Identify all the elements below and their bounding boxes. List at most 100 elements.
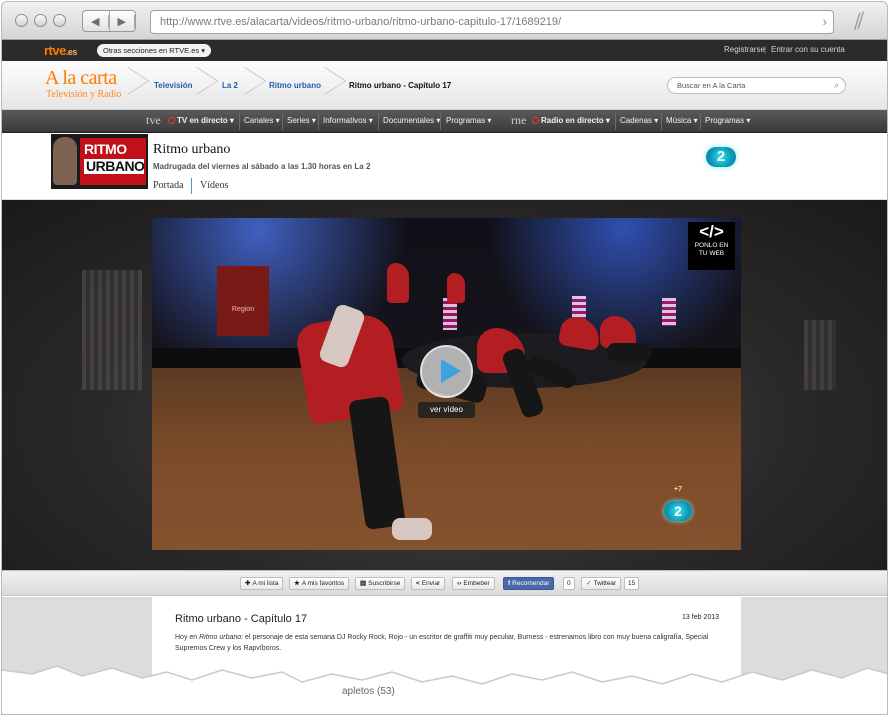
history-buttons: ◀ ▶ [82,10,136,32]
twitter-icon: ✓ [586,580,591,587]
program-header: RITMO URBANO Ritmo urbano Madrugada del … [2,133,888,200]
episode-date: 13 feb 2013 [682,614,719,621]
tab-videos[interactable]: Vídeos [200,180,228,191]
browser-window: ◀ ▶ http://www.rtve.es/alacarta/videos/r… [1,1,888,715]
episode-description: Hoy en Ritmo urbano: el personaje de est… [175,632,723,654]
browser-toolbar: ◀ ▶ http://www.rtve.es/alacarta/videos/r… [2,2,888,40]
program-schedule: Madrugada del viernes al sábado a las 1.… [153,162,370,171]
tve-logo[interactable]: tve [146,113,161,128]
add-to-list-button[interactable]: ✚ A mi lista [240,577,283,590]
host-photo [53,137,77,185]
nav-musica[interactable]: Música ▾ [666,116,698,125]
video-player[interactable]: Region ver vídeo </> PONLO EN TU WEB +7 … [152,218,741,550]
search-input[interactable]: Buscar en A la Carta ⌕ [667,77,846,94]
nav-programas-rne[interactable]: Programas ▾ [705,116,750,125]
tab-divider [191,178,192,194]
embed-icon: ‹› [457,580,461,587]
program-logo-line2: URBANO [84,159,144,174]
ponlo-en-tu-web-button[interactable]: </> PONLO EN TU WEB [688,222,735,270]
video-stage: Region ver vídeo </> PONLO EN TU WEB +7 … [2,200,888,570]
nav-series-label: Series [287,116,310,125]
completos-heading: apletos (53) [342,686,395,697]
breadcrumb-separator [245,61,257,109]
nav-informativos-label: Informativos [323,116,367,125]
breadcrumb-current: Ritmo urbano - Capítulo 17 [349,81,451,90]
la2-channel-logo[interactable]: 2 [706,147,736,167]
search-icon[interactable]: ⌕ [834,78,839,93]
nav-programas-tve[interactable]: Programas ▾ [446,116,491,125]
play-button[interactable] [420,345,473,398]
minimize-window-button[interactable] [34,14,47,27]
subscribe-button[interactable]: ▤ Suscribirse [355,577,405,590]
facebook-recommend-label: Recomendar [512,580,549,587]
nav-canales[interactable]: Canales ▾ [244,116,280,125]
age-rating-badge: +7 [674,486,682,493]
rss-icon: ▤ [360,580,366,587]
plugin-icon: ⁄⁄ [842,6,877,37]
desc-prefix: Hoy en [175,634,199,641]
nav-series[interactable]: Series ▾ [287,116,316,125]
twitter-button[interactable]: ✓ Twittear [581,577,621,590]
forward-button[interactable]: ▶ [110,11,136,31]
tab-portada[interactable]: Portada [153,180,184,191]
nav-radio-directo-label: Radio en directo [541,116,604,125]
ver-video-label[interactable]: ver vídeo [418,402,475,418]
dancer [447,273,465,303]
search-placeholder: Buscar en A la Carta [677,81,745,90]
rtve-logo-suffix: .es [66,47,77,57]
rne-logo[interactable]: rne [511,113,526,128]
star-icon: ★ [294,580,300,587]
close-window-button[interactable] [15,14,28,27]
main-nav: tve TV en directo ▾ Canales ▾ Series ▾ I… [2,110,888,133]
nav-documentales[interactable]: Documentales ▾ [383,116,440,125]
episode-title: Ritmo urbano - Capítulo 17 [175,613,307,625]
subscribe-label: Suscribirse [368,580,400,587]
register-link[interactable]: Registrarse [724,45,765,54]
add-to-favorites-button[interactable]: ★ A mis favoritos [289,577,349,590]
nav-programas-rne-label: Programas [705,116,744,125]
add-to-list-label: A mi lista [252,580,278,587]
a-la-carta-subtitle: Televisión y Radio [46,89,121,100]
send-button[interactable]: < Enviar [411,577,445,590]
live-icon [168,117,175,124]
address-bar-url: http://www.rtve.es/alacarta/videos/ritmo… [160,16,561,28]
a-la-carta-logo[interactable]: A la carta [45,67,117,90]
embed-button[interactable]: ‹› Embeber [452,577,495,590]
ponlo-line1: PONLO EN [688,242,735,250]
dancer-legs [607,343,652,361]
nav-programas-tve-label: Programas [446,116,485,125]
facebook-recommend-button[interactable]: f Recomendar [503,577,554,590]
rtve-logo-text: rtve [44,43,66,58]
breadcrumb-separator [325,61,337,109]
nav-musica-label: Música [666,116,691,125]
light-stack [662,298,676,326]
twitter-count: 15 [624,577,639,590]
rtve-logo[interactable]: rtve.es [44,43,77,58]
program-logo-line1: RITMO [84,142,146,157]
twitter-label: Twittear [593,580,616,587]
nav-tv-directo[interactable]: TV en directo ▾ [168,116,234,125]
address-bar[interactable]: http://www.rtve.es/alacarta/videos/ritmo… [150,10,834,34]
chevron-right-icon: ▶ [110,15,136,28]
program-title[interactable]: Ritmo urbano [153,142,230,158]
nav-informativos[interactable]: Informativos ▾ [323,116,373,125]
zoom-window-button[interactable] [53,14,66,27]
background-blur [804,320,836,390]
nav-cadenas-label: Cadenas [620,116,652,125]
login-link[interactable]: Entrar con su cuenta [771,45,845,54]
desc-program: Ritmo urbano [199,634,241,641]
share-toolbar: ✚ A mi lista ★ A mis favoritos ▤ Suscribirs… [2,570,888,596]
otras-secciones-button[interactable]: Otras secciones en RTVE.es ▾ [97,44,211,57]
embed-code-icon: </> [688,222,735,242]
a-la-carta-header: A la carta Televisión y Radio Televisión… [2,61,888,110]
desc-rest: : el personaje de esta semana DJ Rocky R… [175,634,708,652]
rtve-top-bar: rtve.es Otras secciones en RTVE.es ▾ Reg… [2,40,888,61]
nav-cadenas[interactable]: Cadenas ▾ [620,116,658,125]
nav-tv-directo-label: TV en directo [177,116,228,125]
dancer [387,263,409,303]
go-icon[interactable]: › [823,11,827,33]
nav-radio-directo[interactable]: Radio en directo ▾ [532,116,610,125]
send-label: Enviar [422,580,440,587]
program-thumbnail[interactable]: RITMO URBANO [51,134,148,189]
back-button[interactable]: ◀ [83,11,110,31]
